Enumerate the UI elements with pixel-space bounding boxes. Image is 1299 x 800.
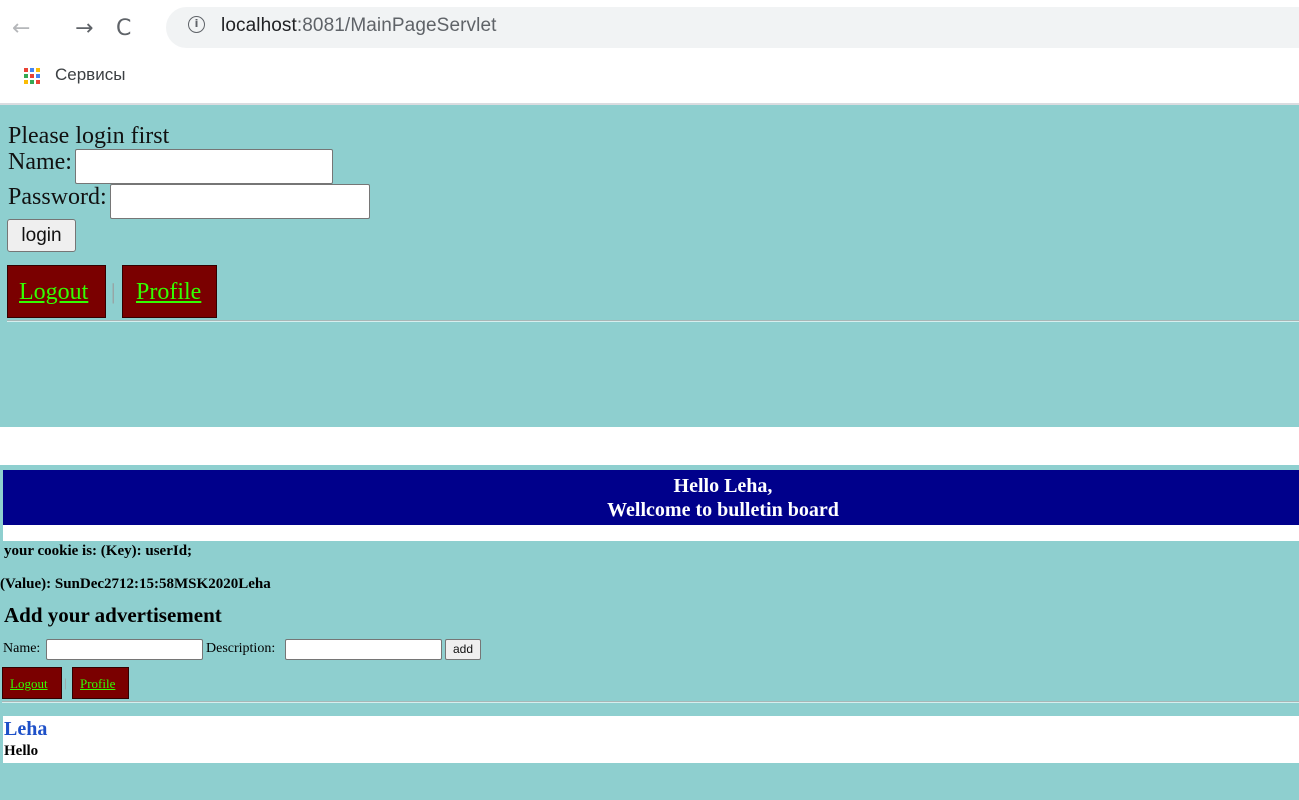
profile-box: Profile <box>122 265 217 318</box>
login-button[interactable]: login <box>7 219 76 252</box>
cookie-value-text: (Value): SunDec2712:15:58MSK2020Leha <box>0 576 271 592</box>
ad-text: Hello <box>4 743 39 759</box>
browser-toolbar: ← → C i localhost:8081/MainPageServlet С… <box>0 0 1299 105</box>
logout-link[interactable]: Logout <box>19 279 88 306</box>
name-label: Name: <box>8 149 72 175</box>
address-bar[interactable]: i localhost:8081/MainPageServlet <box>166 7 1299 48</box>
ad-name-label: Name: <box>3 641 41 656</box>
add-ad-button[interactable]: add <box>445 639 481 660</box>
profile-link[interactable]: Profile <box>136 279 201 306</box>
greeting-line: Hello Leha, <box>673 475 773 497</box>
bookmark-services[interactable]: Сервисы <box>55 65 125 85</box>
reload-icon[interactable]: C <box>116 14 131 44</box>
ad-card: Leha Hello <box>3 716 1299 763</box>
profile-link-small[interactable]: Profile <box>80 676 115 692</box>
logout-link-small[interactable]: Logout <box>10 676 48 692</box>
cookie-key-text: your cookie is: (Key): userId; <box>4 543 193 559</box>
welcome-line: Wellcome to bulletin board <box>607 499 839 521</box>
info-icon[interactable]: i <box>188 16 205 33</box>
bookmarks-bar: Сервисы <box>0 60 1299 94</box>
url-path: :8081/MainPageServlet <box>296 15 497 36</box>
apps-grid-icon[interactable] <box>24 68 42 86</box>
ad-description-label: Description: <box>206 641 276 656</box>
nav-separator-small: | <box>64 675 67 690</box>
profile-box-small: Profile <box>72 667 129 699</box>
add-ad-heading: Add your advertisement <box>4 603 222 627</box>
url-host: localhost <box>221 15 297 36</box>
ad-user-name[interactable]: Leha <box>4 718 47 741</box>
back-arrow-icon[interactable]: ← <box>12 14 30 44</box>
name-input[interactable] <box>75 149 333 184</box>
horizontal-rule-small <box>2 701 1299 703</box>
login-prompt: Please login first <box>8 123 170 149</box>
welcome-banner: Hello Leha, Wellcome to bulletin board <box>3 470 1299 541</box>
horizontal-rule <box>7 320 1299 322</box>
password-label: Password: <box>8 184 107 210</box>
ad-name-input[interactable] <box>46 639 203 660</box>
logout-box: Logout <box>7 265 106 318</box>
bulletin-section: Hello Leha, Wellcome to bulletin board y… <box>0 465 1299 800</box>
forward-arrow-icon[interactable]: → <box>75 14 93 44</box>
password-input[interactable] <box>110 184 370 219</box>
logout-box-small: Logout <box>2 667 62 699</box>
nav-separator: | <box>111 279 116 304</box>
login-section: Please login first Name: Password: login… <box>0 105 1299 427</box>
ad-description-input[interactable] <box>285 639 442 660</box>
url-text[interactable]: localhost:8081/MainPageServlet <box>221 15 497 37</box>
